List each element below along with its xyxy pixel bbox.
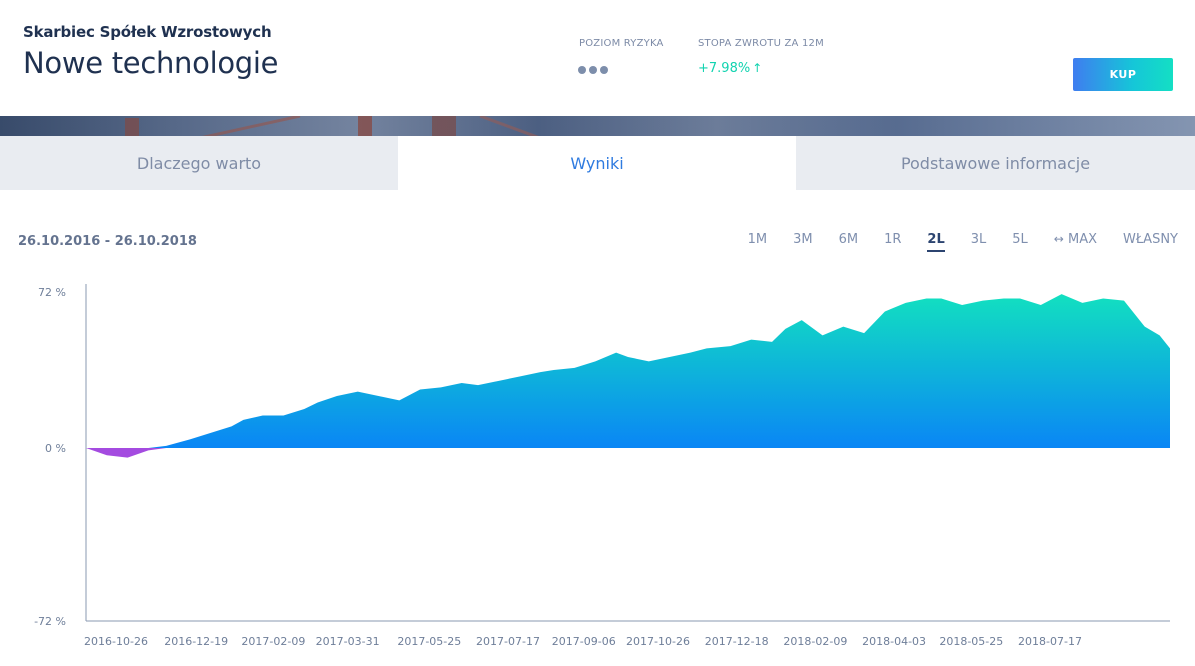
- period-max-label: MAX: [1068, 232, 1098, 247]
- return-value-row: +7.98% ↑: [698, 61, 762, 76]
- tab-basic-info[interactable]: Podstawowe informacje: [796, 136, 1195, 190]
- x-tick-label: 2018-02-09: [783, 635, 847, 648]
- return-label: STOPA ZWROTU ZA 12M: [698, 38, 824, 49]
- positive-return-area: [86, 294, 1170, 448]
- period-selector: 1M 3M 6M 1R 2L 3L 5L ↔ MAX WŁASNY: [722, 232, 1178, 252]
- y-tick-label: -72 %: [34, 615, 66, 628]
- performance-chart-svg: 72 % 0 % -72 % 2016-10-26 2016-12-19 2017-02-…: [34, 284, 1170, 648]
- bridge-image: [0, 116, 1195, 138]
- period-max[interactable]: ↔ MAX: [1054, 232, 1097, 252]
- period-custom[interactable]: WŁASNY: [1123, 232, 1178, 252]
- negative-return-area: [86, 448, 1170, 458]
- fund-header: Skarbiec Spółek Wzrostowych Nowe technol…: [0, 0, 1195, 116]
- risk-dot: [600, 66, 608, 74]
- double-arrow-icon: ↔: [1053, 232, 1064, 246]
- buy-button[interactable]: KUP: [1073, 58, 1173, 91]
- period-2l[interactable]: 2L: [927, 232, 945, 252]
- x-tick-label: 2017-07-17: [476, 635, 540, 648]
- period-5l[interactable]: 5L: [1012, 232, 1028, 252]
- arrow-up-icon: ↑: [752, 61, 763, 75]
- return-value: +7.98%: [698, 61, 751, 76]
- risk-dot: [589, 66, 597, 74]
- date-range: 26.10.2016 - 26.10.2018: [18, 234, 197, 249]
- period-1m[interactable]: 1M: [748, 232, 768, 252]
- period-3l[interactable]: 3L: [971, 232, 987, 252]
- x-tick-label: 2016-10-26: [84, 635, 148, 648]
- x-tick-label: 2018-04-03: [862, 635, 926, 648]
- x-tick-label: 2017-03-31: [316, 635, 380, 648]
- x-tick-label: 2016-12-19: [164, 635, 228, 648]
- x-tick-label: 2017-09-06: [552, 635, 616, 648]
- fund-family-name: Skarbiec Spółek Wzrostowych: [23, 23, 272, 41]
- tab-why-worth-it[interactable]: Dlaczego warto: [0, 136, 398, 190]
- fund-tabs: Dlaczego warto Wyniki Podstawowe informa…: [0, 136, 1195, 190]
- x-tick-label: 2017-05-25: [397, 635, 461, 648]
- risk-dot: [578, 66, 586, 74]
- risk-level-indicator: [578, 66, 608, 74]
- y-tick-label: 0 %: [45, 442, 66, 455]
- x-tick-label: 2017-02-09: [241, 635, 305, 648]
- x-tick-label: 2017-12-18: [705, 635, 769, 648]
- period-6m[interactable]: 6M: [839, 232, 859, 252]
- performance-chart: 72 % 0 % -72 % 2016-10-26 2016-12-19 2017-02-…: [0, 270, 1195, 666]
- x-tick-label: 2017-10-26: [626, 635, 690, 648]
- fund-page: Skarbiec Spółek Wzrostowych Nowe technol…: [0, 0, 1195, 666]
- x-tick-label: 2018-07-17: [1018, 635, 1082, 648]
- y-tick-label: 72 %: [38, 286, 66, 299]
- period-1r[interactable]: 1R: [884, 232, 901, 252]
- risk-level-label: POZIOM RYZYKA: [579, 38, 664, 49]
- tab-results[interactable]: Wyniki: [398, 136, 796, 190]
- period-3m[interactable]: 3M: [793, 232, 813, 252]
- header-banner-image: [0, 116, 1195, 138]
- x-tick-label: 2018-05-25: [939, 635, 1003, 648]
- fund-title: Nowe technologie: [23, 46, 279, 80]
